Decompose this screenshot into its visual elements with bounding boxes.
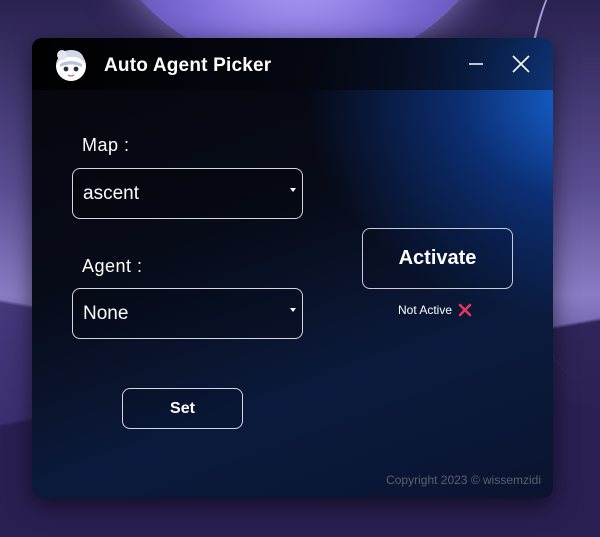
- agent-select-value: None: [83, 303, 129, 324]
- activate-button[interactable]: Activate: [362, 228, 513, 289]
- map-select-value: ascent: [83, 183, 139, 204]
- copyright-text: Copyright 2023 © wissemzidi: [386, 473, 541, 487]
- map-label: Map :: [82, 135, 130, 155]
- minimize-icon[interactable]: [464, 52, 488, 76]
- activation-status: Not Active: [398, 301, 472, 319]
- map-select[interactable]: ascent: [72, 168, 303, 219]
- agent-select[interactable]: None: [72, 288, 303, 339]
- title-bar[interactable]: Auto Agent Picker: [32, 38, 553, 90]
- close-icon[interactable]: [509, 52, 533, 76]
- chevron-down-icon: [290, 188, 296, 192]
- status-text: Not Active: [398, 303, 453, 317]
- cross-icon: [458, 303, 472, 317]
- chevron-down-icon: [290, 308, 296, 312]
- agent-label: Agent :: [82, 256, 143, 276]
- app-logo-icon: [56, 50, 86, 81]
- desktop-wallpaper: Auto Agent Picker Map : ascent Agent : N…: [0, 0, 600, 537]
- set-button[interactable]: Set: [122, 388, 243, 429]
- app-window: Auto Agent Picker Map : ascent Agent : N…: [32, 38, 553, 498]
- app-title: Auto Agent Picker: [104, 55, 272, 76]
